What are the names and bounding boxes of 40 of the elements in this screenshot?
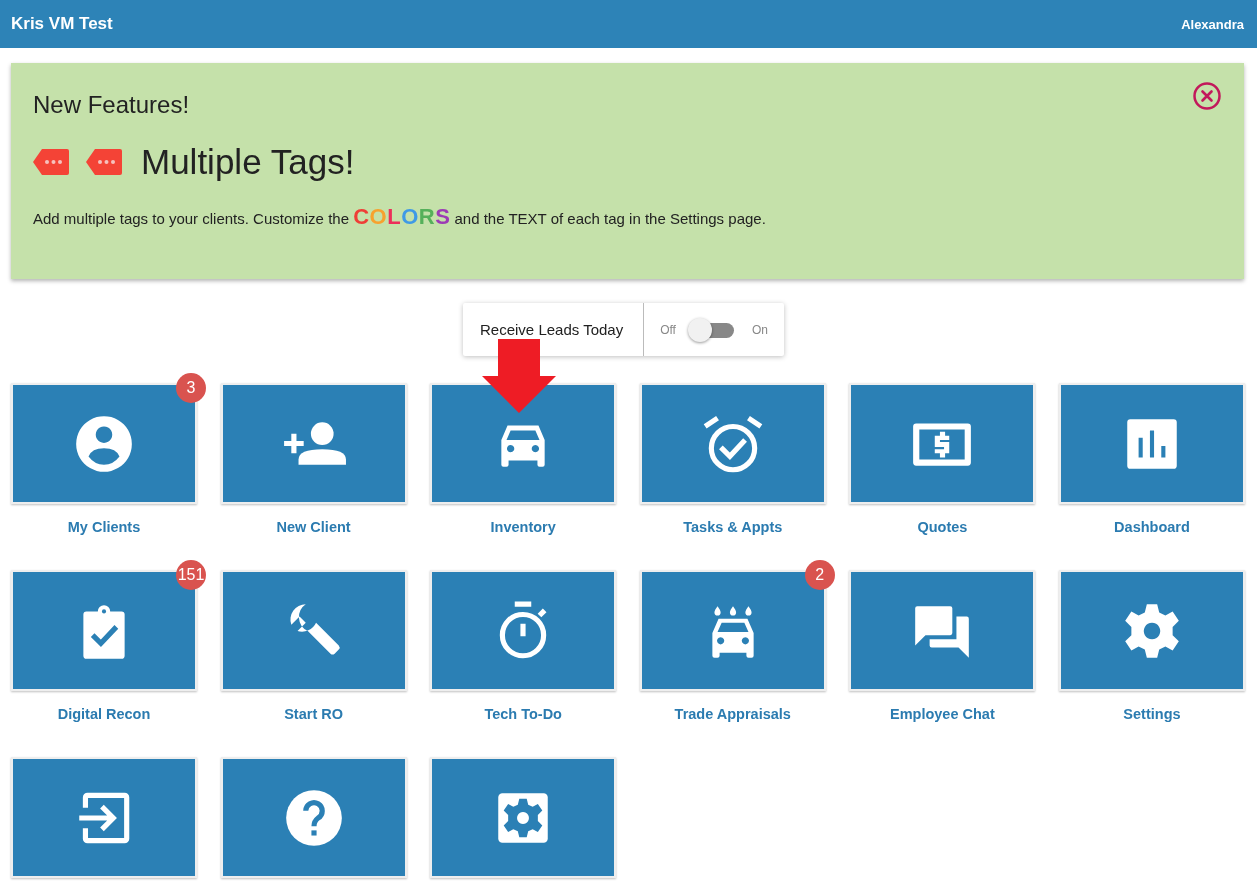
tile-label[interactable]: Digital Recon xyxy=(57,706,151,722)
count-badge: 151 xyxy=(176,560,206,590)
tag-icon xyxy=(86,149,122,175)
menu-tile[interactable] xyxy=(430,757,617,878)
tag-icon xyxy=(33,149,69,175)
menu-tile[interactable] xyxy=(639,570,826,691)
menu-tile[interactable] xyxy=(430,383,617,504)
tile-label[interactable]: My Clients xyxy=(67,519,141,535)
menu-tile[interactable] xyxy=(220,570,407,691)
tile-label[interactable]: Inventory xyxy=(490,519,556,535)
menu-tile[interactable] xyxy=(430,570,617,691)
tile-label[interactable]: Settings xyxy=(1123,706,1181,722)
menu-tile[interactable] xyxy=(849,383,1036,504)
tile-label[interactable]: Dashboard xyxy=(1114,519,1190,535)
count-badge: 3 xyxy=(176,373,206,403)
menu-tile[interactable] xyxy=(220,757,407,878)
on-label: On xyxy=(751,322,768,337)
menu-tile[interactable] xyxy=(220,383,407,504)
menu-tile[interactable] xyxy=(849,570,1036,691)
tile-label[interactable]: Quotes xyxy=(917,519,968,535)
tile-label[interactable]: Employee Chat xyxy=(890,706,995,722)
menu-tile[interactable] xyxy=(1058,383,1245,504)
app-title: Kris VM Test xyxy=(11,14,113,34)
tile-label[interactable]: New Client xyxy=(276,519,351,535)
count-badge: 2 xyxy=(804,560,835,590)
menu-tile[interactable] xyxy=(1058,570,1245,691)
feature-title: Multiple Tags! xyxy=(141,142,355,182)
menu-tile[interactable] xyxy=(639,383,826,504)
toggle-switch[interactable] xyxy=(687,316,736,343)
menu-tile[interactable] xyxy=(11,757,197,878)
tile-label[interactable]: Tasks & Appts xyxy=(683,519,783,535)
banner-heading: New Features! xyxy=(33,91,190,119)
menu-tile[interactable] xyxy=(11,383,197,504)
tile-label[interactable]: Tech To-Do xyxy=(484,706,562,722)
user-name[interactable]: Alexandra xyxy=(1181,16,1244,32)
close-icon[interactable] xyxy=(1192,81,1222,111)
tile-label[interactable]: Trade Appraisals xyxy=(674,706,791,722)
off-label: Off xyxy=(660,322,676,337)
feature-description: Add multiple tags to your clients. Customize the COLORS and the TEXT of each tag in the Settings page. xyxy=(33,204,767,230)
tile-label[interactable]: Start RO xyxy=(284,706,343,722)
